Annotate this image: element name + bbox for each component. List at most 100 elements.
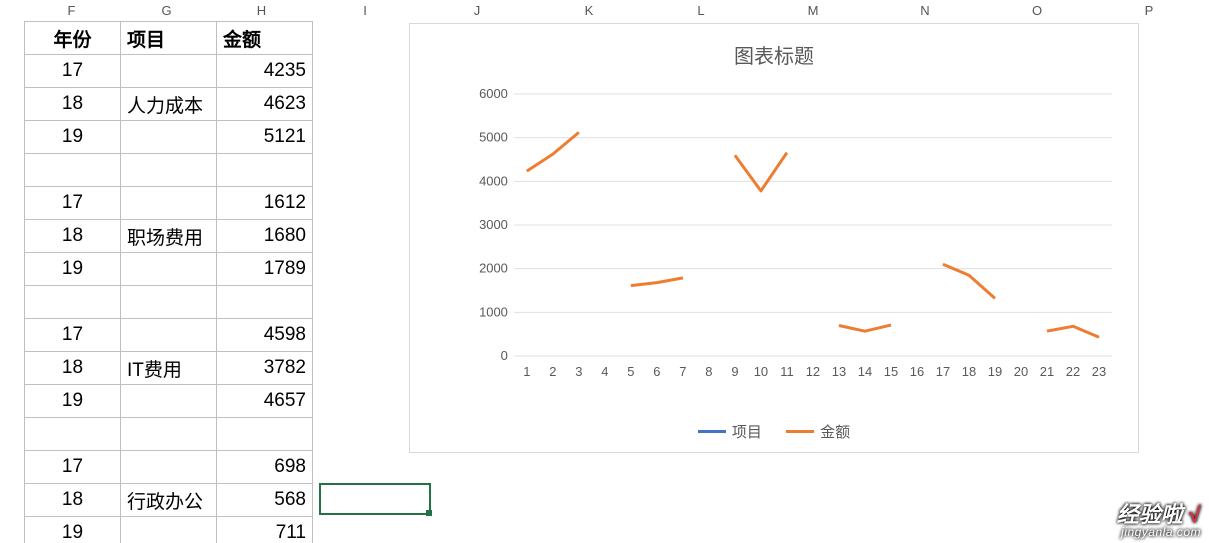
legend-label-0: 项目 [732, 421, 762, 442]
y-tick-label: 4000 [479, 173, 508, 188]
y-tick-label: 6000 [479, 86, 508, 101]
table-row [25, 154, 313, 187]
cell-H-12[interactable]: 4657 [217, 385, 313, 418]
cell-G-9[interactable] [121, 286, 217, 319]
legend-item-0[interactable]: 项目 [698, 421, 762, 442]
x-tick-label: 6 [653, 364, 660, 379]
col-header-O[interactable]: O [981, 0, 1093, 21]
cell-H-15[interactable]: 568 [217, 484, 313, 517]
cell-G-10[interactable] [121, 319, 217, 352]
cell-H-7[interactable]: 1680 [217, 220, 313, 253]
table-row: 17 4598 [25, 319, 313, 352]
table-header-row: 年份 项目 金额 [25, 22, 313, 55]
x-tick-label: 12 [806, 364, 820, 379]
y-tick-label: 2000 [479, 261, 508, 276]
cell-H-14[interactable]: 698 [217, 451, 313, 484]
y-tick-label: 0 [501, 348, 508, 363]
cell-G-15[interactable]: 行政办公 [121, 484, 217, 517]
cell-F-12[interactable]: 19 [25, 385, 121, 418]
x-tick-label: 19 [988, 364, 1002, 379]
selected-cell-outline [319, 483, 431, 515]
cell-H-16[interactable]: 711 [217, 517, 313, 543]
x-tick-label: 8 [705, 364, 712, 379]
cell-H-3[interactable]: 4623 [217, 88, 313, 121]
cell-G-6[interactable] [121, 187, 217, 220]
col-header-G[interactable]: G [119, 0, 214, 21]
x-tick-label: 22 [1066, 364, 1080, 379]
cell-F-13[interactable] [25, 418, 121, 451]
chart-title[interactable]: 图表标题 [410, 24, 1138, 77]
cell-G-11[interactable]: IT费用 [121, 352, 217, 385]
cell-H-5[interactable] [217, 154, 313, 187]
cell-G-12[interactable] [121, 385, 217, 418]
cell-F-6[interactable]: 17 [25, 187, 121, 220]
cell-H-9[interactable] [217, 286, 313, 319]
cell-F-5[interactable] [25, 154, 121, 187]
col-header-N[interactable]: N [869, 0, 981, 21]
cell-F-8[interactable]: 19 [25, 253, 121, 286]
x-tick-label: 20 [1014, 364, 1028, 379]
x-tick-label: 3 [575, 364, 582, 379]
col-header-M[interactable]: M [757, 0, 869, 21]
cell-H-11[interactable]: 3782 [217, 352, 313, 385]
cell-F-9[interactable] [25, 286, 121, 319]
x-tick-label: 4 [601, 364, 608, 379]
cell-F-16[interactable]: 19 [25, 517, 121, 543]
cell-F-3[interactable]: 18 [25, 88, 121, 121]
cell-G-8[interactable] [121, 253, 217, 286]
table-row: 19 1789 [25, 253, 313, 286]
x-tick-label: 23 [1092, 364, 1106, 379]
cell-F-4[interactable]: 19 [25, 121, 121, 154]
col-header-P[interactable]: P [1093, 0, 1205, 21]
col-header-H[interactable]: H [214, 0, 309, 21]
cell-H-13[interactable] [217, 418, 313, 451]
table-row: 17 698 [25, 451, 313, 484]
watermark-url: jingyanla.com [1117, 526, 1201, 539]
col-header-I[interactable]: I [309, 0, 421, 21]
cell-G-4[interactable] [121, 121, 217, 154]
embedded-chart[interactable]: 图表标题 01000200030004000500060001234567891… [409, 23, 1139, 453]
x-tick-label: 10 [754, 364, 768, 379]
cell-G-7[interactable]: 职场费用 [121, 220, 217, 253]
header-amount[interactable]: 金额 [217, 22, 313, 55]
data-table[interactable]: 年份 项目 金额 17423518人力成本462319512117161218职… [24, 21, 313, 543]
col-header-L[interactable]: L [645, 0, 757, 21]
cell-G-16[interactable] [121, 517, 217, 543]
cell-F-10[interactable]: 17 [25, 319, 121, 352]
header-year[interactable]: 年份 [25, 22, 121, 55]
header-project[interactable]: 项目 [121, 22, 217, 55]
cell-H-4[interactable]: 5121 [217, 121, 313, 154]
table-row: 19 711 [25, 517, 313, 543]
cell-G-2[interactable] [121, 55, 217, 88]
cell-F-15[interactable]: 18 [25, 484, 121, 517]
fill-handle[interactable] [426, 510, 432, 516]
cell-F-14[interactable]: 17 [25, 451, 121, 484]
table-row [25, 418, 313, 451]
cell-G-13[interactable] [121, 418, 217, 451]
cell-G-3[interactable]: 人力成本 [121, 88, 217, 121]
cell-F-2[interactable]: 17 [25, 55, 121, 88]
x-tick-label: 11 [780, 364, 793, 379]
cell-F-7[interactable]: 18 [25, 220, 121, 253]
col-header-F[interactable]: F [24, 0, 119, 21]
x-tick-label: 14 [858, 364, 872, 379]
col-header-J[interactable]: J [421, 0, 533, 21]
x-tick-label: 9 [731, 364, 738, 379]
cell-H-8[interactable]: 1789 [217, 253, 313, 286]
x-tick-label: 2 [549, 364, 556, 379]
legend-item-1[interactable]: 金额 [786, 421, 850, 442]
cell-G-14[interactable] [121, 451, 217, 484]
series-line-1[interactable] [527, 132, 1099, 337]
x-tick-label: 16 [910, 364, 924, 379]
y-tick-label: 5000 [479, 130, 508, 145]
cell-F-11[interactable]: 18 [25, 352, 121, 385]
y-tick-label: 1000 [479, 304, 508, 319]
column-headers: F G H I J K L M N O P [0, 0, 1209, 21]
cell-H-6[interactable]: 1612 [217, 187, 313, 220]
cell-G-5[interactable] [121, 154, 217, 187]
cell-H-2[interactable]: 4235 [217, 55, 313, 88]
x-tick-label: 1 [523, 364, 530, 379]
col-header-K[interactable]: K [533, 0, 645, 21]
cell-H-10[interactable]: 4598 [217, 319, 313, 352]
watermark-check-icon: √ [1189, 502, 1201, 527]
